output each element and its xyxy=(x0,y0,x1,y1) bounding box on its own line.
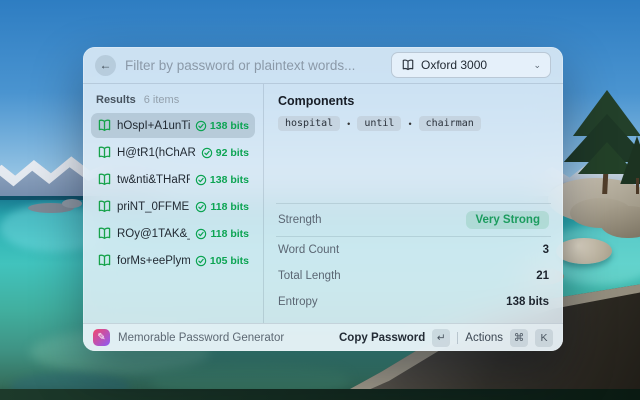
component-word: hospital xyxy=(278,116,341,131)
book-icon xyxy=(97,253,112,268)
back-button[interactable]: ← xyxy=(95,54,116,76)
book-icon xyxy=(97,226,112,241)
check-circle-icon xyxy=(195,255,207,266)
entropy-value: 138 bits xyxy=(506,296,549,308)
bullet-separator: • xyxy=(408,118,412,129)
password-row[interactable]: H@tR1(hChAR!Ty 92 bits xyxy=(91,140,255,165)
entropy-badge: 118 bits xyxy=(195,228,249,240)
footer-separator xyxy=(457,331,459,344)
pencil-icon: ✎ xyxy=(97,332,106,343)
copy-password-button[interactable]: Copy Password xyxy=(339,332,425,344)
entropy-badge: 118 bits xyxy=(195,201,249,213)
entropy-badge: 105 bits xyxy=(195,255,249,267)
password-text: hOspI+A1unTil(HairM... xyxy=(117,119,190,132)
word-count-row: Word Count 3 xyxy=(278,237,549,263)
password-text: priNT_0FFMEmBeR+0E xyxy=(117,200,190,213)
password-text: H@tR1(hChAR!Ty xyxy=(117,146,196,159)
results-header: Results 6 items xyxy=(91,91,255,113)
book-icon xyxy=(402,59,414,71)
footer-bar: ✎ Memorable Password Generator Copy Pass… xyxy=(83,323,563,351)
results-label: Results xyxy=(96,94,136,106)
book-icon xyxy=(97,145,112,160)
password-text: forMs+eePlym4+CH xyxy=(117,254,190,267)
results-count: 6 items xyxy=(143,94,180,106)
password-row[interactable]: hOspI+A1unTil(HairM... 138 bits xyxy=(91,113,255,138)
password-row[interactable]: ROy@1TAK&_inrecALI 118 bits xyxy=(91,221,255,246)
book-icon xyxy=(97,118,112,133)
strength-row: Strength Very Strong xyxy=(278,204,549,236)
check-circle-icon xyxy=(196,201,207,212)
word-count-value: 3 xyxy=(542,244,549,256)
results-list: Results 6 items hOspI+A1unTil(HairM... 1… xyxy=(83,84,263,323)
strength-label: Strength xyxy=(278,214,322,226)
total-length-row: Total Length 21 xyxy=(278,263,549,289)
entropy-badge: 92 bits xyxy=(201,147,249,159)
entropy-label: Entropy xyxy=(278,296,318,308)
components-tags: hospital • until • chairman xyxy=(278,116,549,131)
check-circle-icon xyxy=(195,174,207,185)
entropy-badge: 138 bits xyxy=(195,120,249,132)
dictionary-dropdown[interactable]: Oxford 3000 ⌄ xyxy=(391,52,551,78)
window-body: Results 6 items hOspI+A1unTil(HairM... 1… xyxy=(83,84,563,323)
command-key-icon: ⌘ xyxy=(510,328,528,347)
header-bar: ← Oxford 3000 ⌄ xyxy=(83,47,563,83)
detail-panel: Components hospital • until • chairman S… xyxy=(264,84,563,323)
detail-spacer xyxy=(278,131,549,203)
check-circle-icon xyxy=(196,228,207,239)
bullet-separator: • xyxy=(347,118,351,129)
password-text: ROy@1TAK&_inrecALI xyxy=(117,227,190,240)
arrow-left-icon: ← xyxy=(99,58,112,72)
water-rock xyxy=(556,238,612,264)
total-length-value: 21 xyxy=(536,270,549,282)
book-icon xyxy=(97,172,112,187)
password-generator-window: ← Oxford 3000 ⌄ Results 6 items hOspI+A1… xyxy=(83,47,563,351)
book-icon xyxy=(97,199,112,214)
entropy-row: Entropy 138 bits xyxy=(278,289,549,315)
rock-left-small xyxy=(62,199,82,208)
password-row[interactable]: forMs+eePlym4+CH 105 bits xyxy=(91,248,255,273)
shore-strip xyxy=(0,389,640,400)
filter-input[interactable] xyxy=(125,57,382,73)
pine-tree-small-trunk xyxy=(636,178,639,194)
entropy-badge: 138 bits xyxy=(195,174,249,186)
component-word: until xyxy=(357,116,402,131)
password-row[interactable]: tw&nti&THaRR!vE_4T... 138 bits xyxy=(91,167,255,192)
chevron-down-icon: ⌄ xyxy=(533,59,541,70)
check-circle-icon xyxy=(201,147,212,158)
password-text: tw&nti&THaRR!vE_4T... xyxy=(117,173,190,186)
strength-badge: Very Strong xyxy=(466,211,549,229)
total-length-label: Total Length xyxy=(278,270,341,282)
footer-actions: Copy Password ↵ Actions ⌘ K xyxy=(339,328,553,347)
actions-button[interactable]: Actions xyxy=(465,332,503,344)
check-circle-icon xyxy=(195,120,207,131)
components-title: Components xyxy=(278,94,355,108)
app-name: Memorable Password Generator xyxy=(118,331,285,344)
dictionary-label: Oxford 3000 xyxy=(421,58,488,72)
k-key-icon: K xyxy=(535,328,553,347)
password-row[interactable]: priNT_0FFMEmBeR+0E 118 bits xyxy=(91,194,255,219)
return-key-icon: ↵ xyxy=(432,328,451,347)
component-word: chairman xyxy=(418,116,481,131)
app-icon: ✎ xyxy=(93,329,110,346)
word-count-label: Word Count xyxy=(278,244,340,256)
